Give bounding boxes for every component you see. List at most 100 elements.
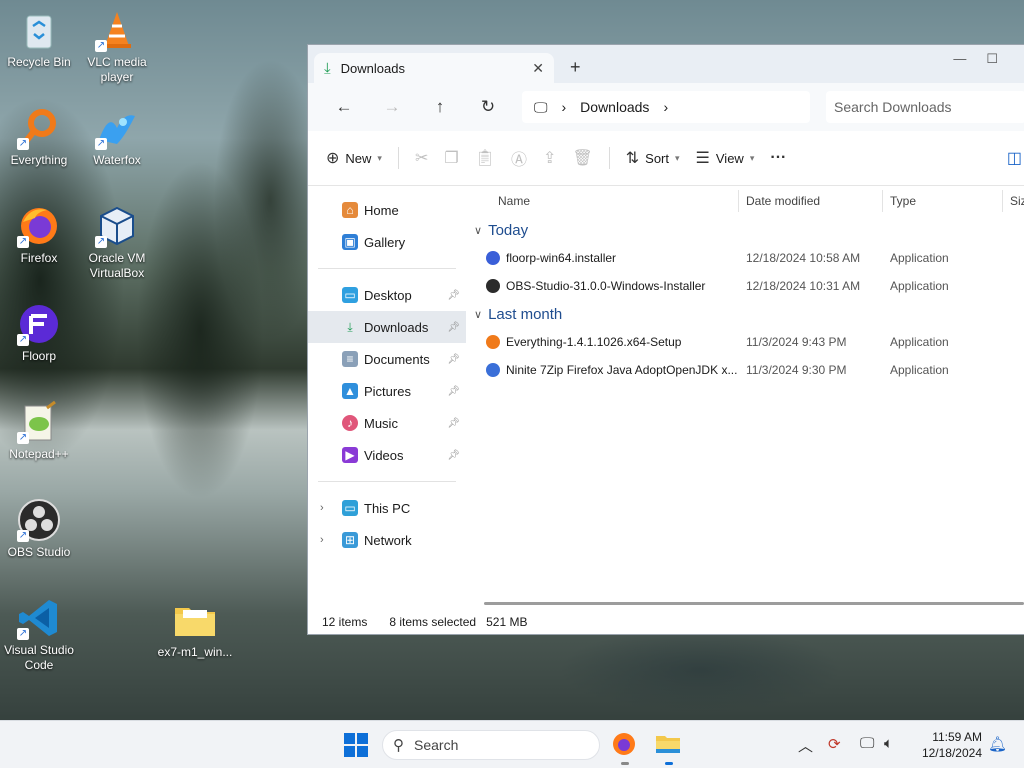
new-button[interactable]: ⊕ New ▾ bbox=[326, 148, 382, 168]
desktop-icon-recycle-bin[interactable]: Recycle Bin bbox=[0, 8, 79, 70]
collapse-chevron-icon[interactable]: ∨ bbox=[474, 224, 482, 237]
desktop-icon-waterfox[interactable]: ↗ Waterfox bbox=[77, 106, 157, 168]
copy-button[interactable]: ❐ bbox=[444, 148, 458, 168]
file-row[interactable]: Ninite 7Zip Firefox Java AdoptOpenJDK x.… bbox=[466, 356, 1024, 384]
downloads-arrow-icon: ⤓ bbox=[347, 320, 353, 334]
network-icon: ⊞ bbox=[342, 532, 358, 548]
file-row[interactable]: OBS-Studio-31.0.0-Windows-Installer 12/1… bbox=[466, 272, 1024, 300]
up-arrow-icon[interactable]: ↑ bbox=[416, 97, 464, 117]
nav-item-label: Network bbox=[364, 532, 412, 548]
expand-chevron-icon[interactable]: › bbox=[320, 534, 324, 546]
scissors-icon: ✂ bbox=[414, 150, 429, 167]
minimize-icon[interactable]: — bbox=[953, 51, 986, 66]
nav-item-gallery[interactable]: ▣ Gallery bbox=[308, 226, 466, 258]
desktop-icon-notepadpp[interactable]: ↗ Notepad++ bbox=[0, 400, 79, 462]
show-hidden-icons-chevron-icon[interactable]: ︿ bbox=[798, 735, 813, 756]
details-pane-button[interactable]: ◫ bbox=[1007, 148, 1022, 168]
horizontal-scrollbar[interactable] bbox=[484, 602, 1024, 605]
pictures-icon: ▲ bbox=[342, 383, 358, 399]
delete-button[interactable]: 🗑︎ bbox=[572, 148, 592, 168]
breadcrumb-current[interactable]: Downloads bbox=[580, 99, 649, 115]
sync-update-icon[interactable]: ⟳ bbox=[828, 735, 841, 753]
tab-close-icon[interactable]: ✕ bbox=[532, 60, 544, 77]
nav-item-label: Gallery bbox=[364, 234, 406, 250]
desktop-icon-label: Floorp bbox=[21, 349, 56, 363]
column-header-type[interactable]: Type bbox=[890, 194, 916, 208]
trash-icon: 🗑︎ bbox=[572, 150, 593, 167]
search-input[interactable]: Search Downloads bbox=[826, 91, 1024, 123]
volume-speaker-icon[interactable]: 🔈︎ bbox=[884, 735, 893, 752]
copy-icon: ❐ bbox=[444, 150, 459, 167]
nav-item-desktop[interactable]: ▭ Desktop 📌︎ bbox=[308, 279, 466, 311]
desktop-icon-label: OBS Studio bbox=[7, 545, 71, 559]
column-divider[interactable] bbox=[882, 190, 883, 212]
pin-icon[interactable]: 📌︎ bbox=[447, 290, 460, 301]
tab-downloads[interactable]: ⤓ Downloads ✕ bbox=[314, 53, 554, 83]
folder-icon bbox=[173, 598, 217, 642]
window-controls: —☐ bbox=[953, 51, 1018, 67]
obs-file-icon bbox=[486, 279, 500, 293]
shortcut-arrow-icon: ↗ bbox=[95, 40, 107, 52]
desktop-icon-floorp[interactable]: ↗ Floorp bbox=[0, 302, 79, 364]
column-header-name[interactable]: Name bbox=[498, 194, 530, 208]
address-bar[interactable]: 🖵 › Downloads › bbox=[522, 91, 810, 123]
desktop-icon-vscode[interactable]: ↗ Visual Studio Code bbox=[0, 596, 79, 673]
column-divider[interactable] bbox=[1002, 190, 1003, 212]
nav-item-home[interactable]: ⌂ Home bbox=[308, 194, 466, 226]
pin-icon[interactable]: 📌︎ bbox=[447, 386, 460, 397]
taskbar-file-explorer-icon[interactable] bbox=[655, 731, 683, 765]
nav-item-music[interactable]: ♪ Music 📌︎ bbox=[308, 407, 466, 439]
forward-arrow-icon[interactable]: → bbox=[368, 97, 416, 117]
nav-item-downloads[interactable]: ⤓ Downloads 📌︎ bbox=[308, 311, 466, 343]
column-header-date[interactable]: Date modified bbox=[746, 194, 820, 208]
system-clock[interactable]: 11:59 AM 12/18/2024 bbox=[910, 729, 982, 761]
paste-button[interactable]: 📋︎ bbox=[475, 148, 495, 168]
column-headers: Name Date modified Type Siz bbox=[466, 186, 1024, 216]
nav-item-network[interactable]: › ⊞ Network bbox=[308, 524, 466, 556]
group-header-today[interactable]: ∨ Today bbox=[466, 216, 1024, 244]
rename-button[interactable]: Ⓐ bbox=[511, 146, 527, 170]
start-windows-icon[interactable] bbox=[344, 733, 368, 757]
pin-icon[interactable]: 📌︎ bbox=[447, 322, 460, 333]
taskbar-search-input[interactable]: ⚲ Search bbox=[382, 730, 600, 760]
desktop-icon-everything[interactable]: ↗ Everything bbox=[0, 106, 79, 168]
taskbar-firefox-icon[interactable] bbox=[611, 731, 639, 765]
sort-label: Sort bbox=[645, 150, 669, 166]
desktop-icon-firefox[interactable]: ↗ Firefox bbox=[0, 204, 79, 266]
notification-bell-icon[interactable]: 🔔︎ bbox=[988, 735, 1007, 753]
nav-item-videos[interactable]: ▶ Videos 📌︎ bbox=[308, 439, 466, 471]
selection-info: 8 items selected 521 MB bbox=[389, 615, 527, 629]
file-row[interactable]: Everything-1.4.1.1026.x64-Setup 11/3/202… bbox=[466, 328, 1024, 356]
pin-icon[interactable]: 📌︎ bbox=[447, 450, 460, 461]
pin-icon[interactable]: 📌︎ bbox=[447, 418, 460, 429]
column-divider[interactable] bbox=[738, 190, 739, 212]
desktop-icon-virtualbox[interactable]: ↗ Oracle VM VirtualBox bbox=[77, 204, 157, 281]
cut-button[interactable]: ✂ bbox=[415, 148, 428, 168]
everything-file-icon bbox=[486, 335, 500, 349]
collapse-chevron-icon[interactable]: ∨ bbox=[474, 308, 482, 321]
desktop-icon-vlc[interactable]: ↗ VLC media player bbox=[77, 8, 157, 85]
nav-item-documents[interactable]: ≡ Documents 📌︎ bbox=[308, 343, 466, 375]
breadcrumb-chevron-icon[interactable]: › bbox=[663, 99, 668, 115]
desktop-icon-folder[interactable]: ex7-m1_win... bbox=[155, 598, 235, 660]
view-button[interactable]: ☰ View ▾ bbox=[696, 148, 755, 168]
desktop-icon-label: Notepad++ bbox=[9, 447, 69, 461]
column-header-size[interactable]: Siz bbox=[1010, 194, 1024, 208]
nav-item-pictures[interactable]: ▲ Pictures 📌︎ bbox=[308, 375, 466, 407]
breadcrumb-chevron-icon[interactable]: › bbox=[562, 99, 567, 115]
expand-chevron-icon[interactable]: › bbox=[320, 502, 324, 514]
new-tab-button[interactable]: + bbox=[570, 57, 581, 78]
desktop-icon-obs[interactable]: ↗ OBS Studio bbox=[0, 498, 79, 560]
more-options-button[interactable]: ··· bbox=[770, 149, 786, 167]
nav-item-this-pc[interactable]: › ▭ This PC bbox=[308, 492, 466, 524]
refresh-icon[interactable]: ↻ bbox=[464, 97, 512, 117]
share-button[interactable]: ⇪ bbox=[543, 148, 556, 168]
pin-icon[interactable]: 📌︎ bbox=[447, 354, 460, 365]
group-header-last-month[interactable]: ∨ Last month bbox=[466, 300, 1024, 328]
file-row[interactable]: floorp-win64.installer 12/18/2024 10:58 … bbox=[466, 244, 1024, 272]
sort-button[interactable]: ⇅ Sort ▾ bbox=[626, 148, 680, 168]
maximize-icon[interactable]: ☐ bbox=[986, 51, 1018, 66]
back-arrow-icon[interactable]: ← bbox=[320, 97, 368, 117]
network-monitor-icon[interactable]: 🖵 bbox=[860, 735, 874, 752]
search-icon: ⚲ bbox=[393, 737, 404, 754]
